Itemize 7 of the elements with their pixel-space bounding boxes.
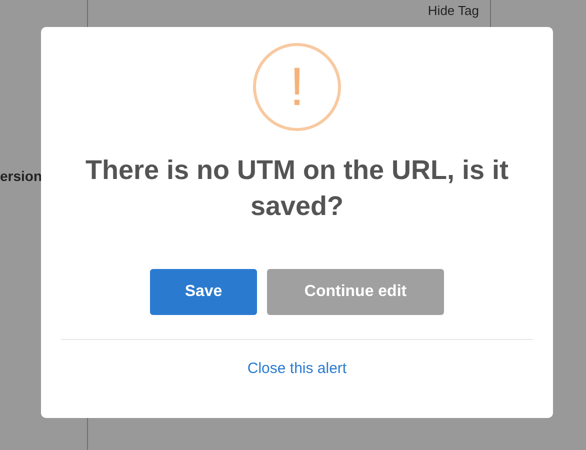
warning-icon: ! <box>253 43 341 131</box>
close-alert-link[interactable]: Close this alert <box>247 358 347 380</box>
field-label: ersion <box>0 167 44 186</box>
continue-edit-button[interactable]: Continue edit <box>267 269 444 315</box>
alert-message: There is no UTM on the URL, is it saved? <box>84 154 510 223</box>
hide-tag-link[interactable]: Hide Tag <box>428 1 479 27</box>
save-button[interactable]: Save <box>150 269 257 315</box>
